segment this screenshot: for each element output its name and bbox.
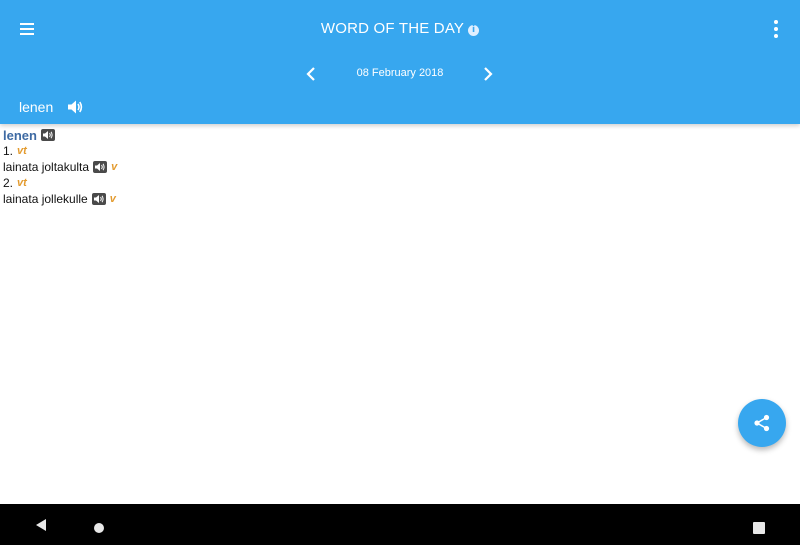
speaker-icon[interactable] [40,129,55,141]
page-title: WORD OF THE DAY [320,20,465,37]
sense-number: 2. [3,176,14,190]
translation-text: lainata jollekulle [3,192,88,206]
share-button[interactable] [738,399,786,447]
translation-row: lainata jollekulle v [3,191,793,207]
date-navigator: 08 February 2018 [0,64,800,84]
more-vertical-icon-dot [774,27,778,31]
speaker-icon[interactable] [91,193,106,205]
back-triangle-icon[interactable] [34,517,48,533]
part-of-speech: vt [17,145,27,157]
share-icon [754,414,770,432]
speaker-icon[interactable] [66,98,84,116]
word-of-day-row: lenen [19,97,84,117]
more-options-button[interactable] [766,18,786,40]
dictionary-entry: lenen 1. vt lainata joltakulta v 2. vt l… [3,127,793,207]
info-icon[interactable]: i [468,25,480,36]
word-of-day-text: lenen [19,99,54,115]
page-title-container: WORD OF THE DAY i [0,20,800,37]
translation-text: lainata joltakulta [3,160,90,174]
date-label: 08 February 2018 [356,67,444,79]
translation-part-of-speech: v [109,193,116,205]
home-circle-icon[interactable] [94,523,104,533]
app-bar: WORD OF THE DAY i 08 February 2018 lenen [0,0,800,124]
part-of-speech: vt [17,177,27,189]
more-vertical-icon [774,20,778,24]
system-navigation-bar [0,504,800,545]
recents-square-icon[interactable] [753,522,765,534]
entry-headword-row: lenen [3,127,793,143]
chevron-right-icon[interactable] [477,64,497,84]
sense-number: 1. [3,144,14,158]
translation-row: lainata joltakulta v [3,159,793,175]
sense-number-row: 2. vt [3,175,793,191]
sense-number-row: 1. vt [3,143,793,159]
translation-part-of-speech: v [111,161,118,173]
app-root: WORD OF THE DAYi 08 February 2018 lenen [0,0,800,545]
speaker-icon[interactable] [93,161,108,173]
more-vertical-icon-dot [774,34,778,38]
headword: lenen [3,127,37,143]
